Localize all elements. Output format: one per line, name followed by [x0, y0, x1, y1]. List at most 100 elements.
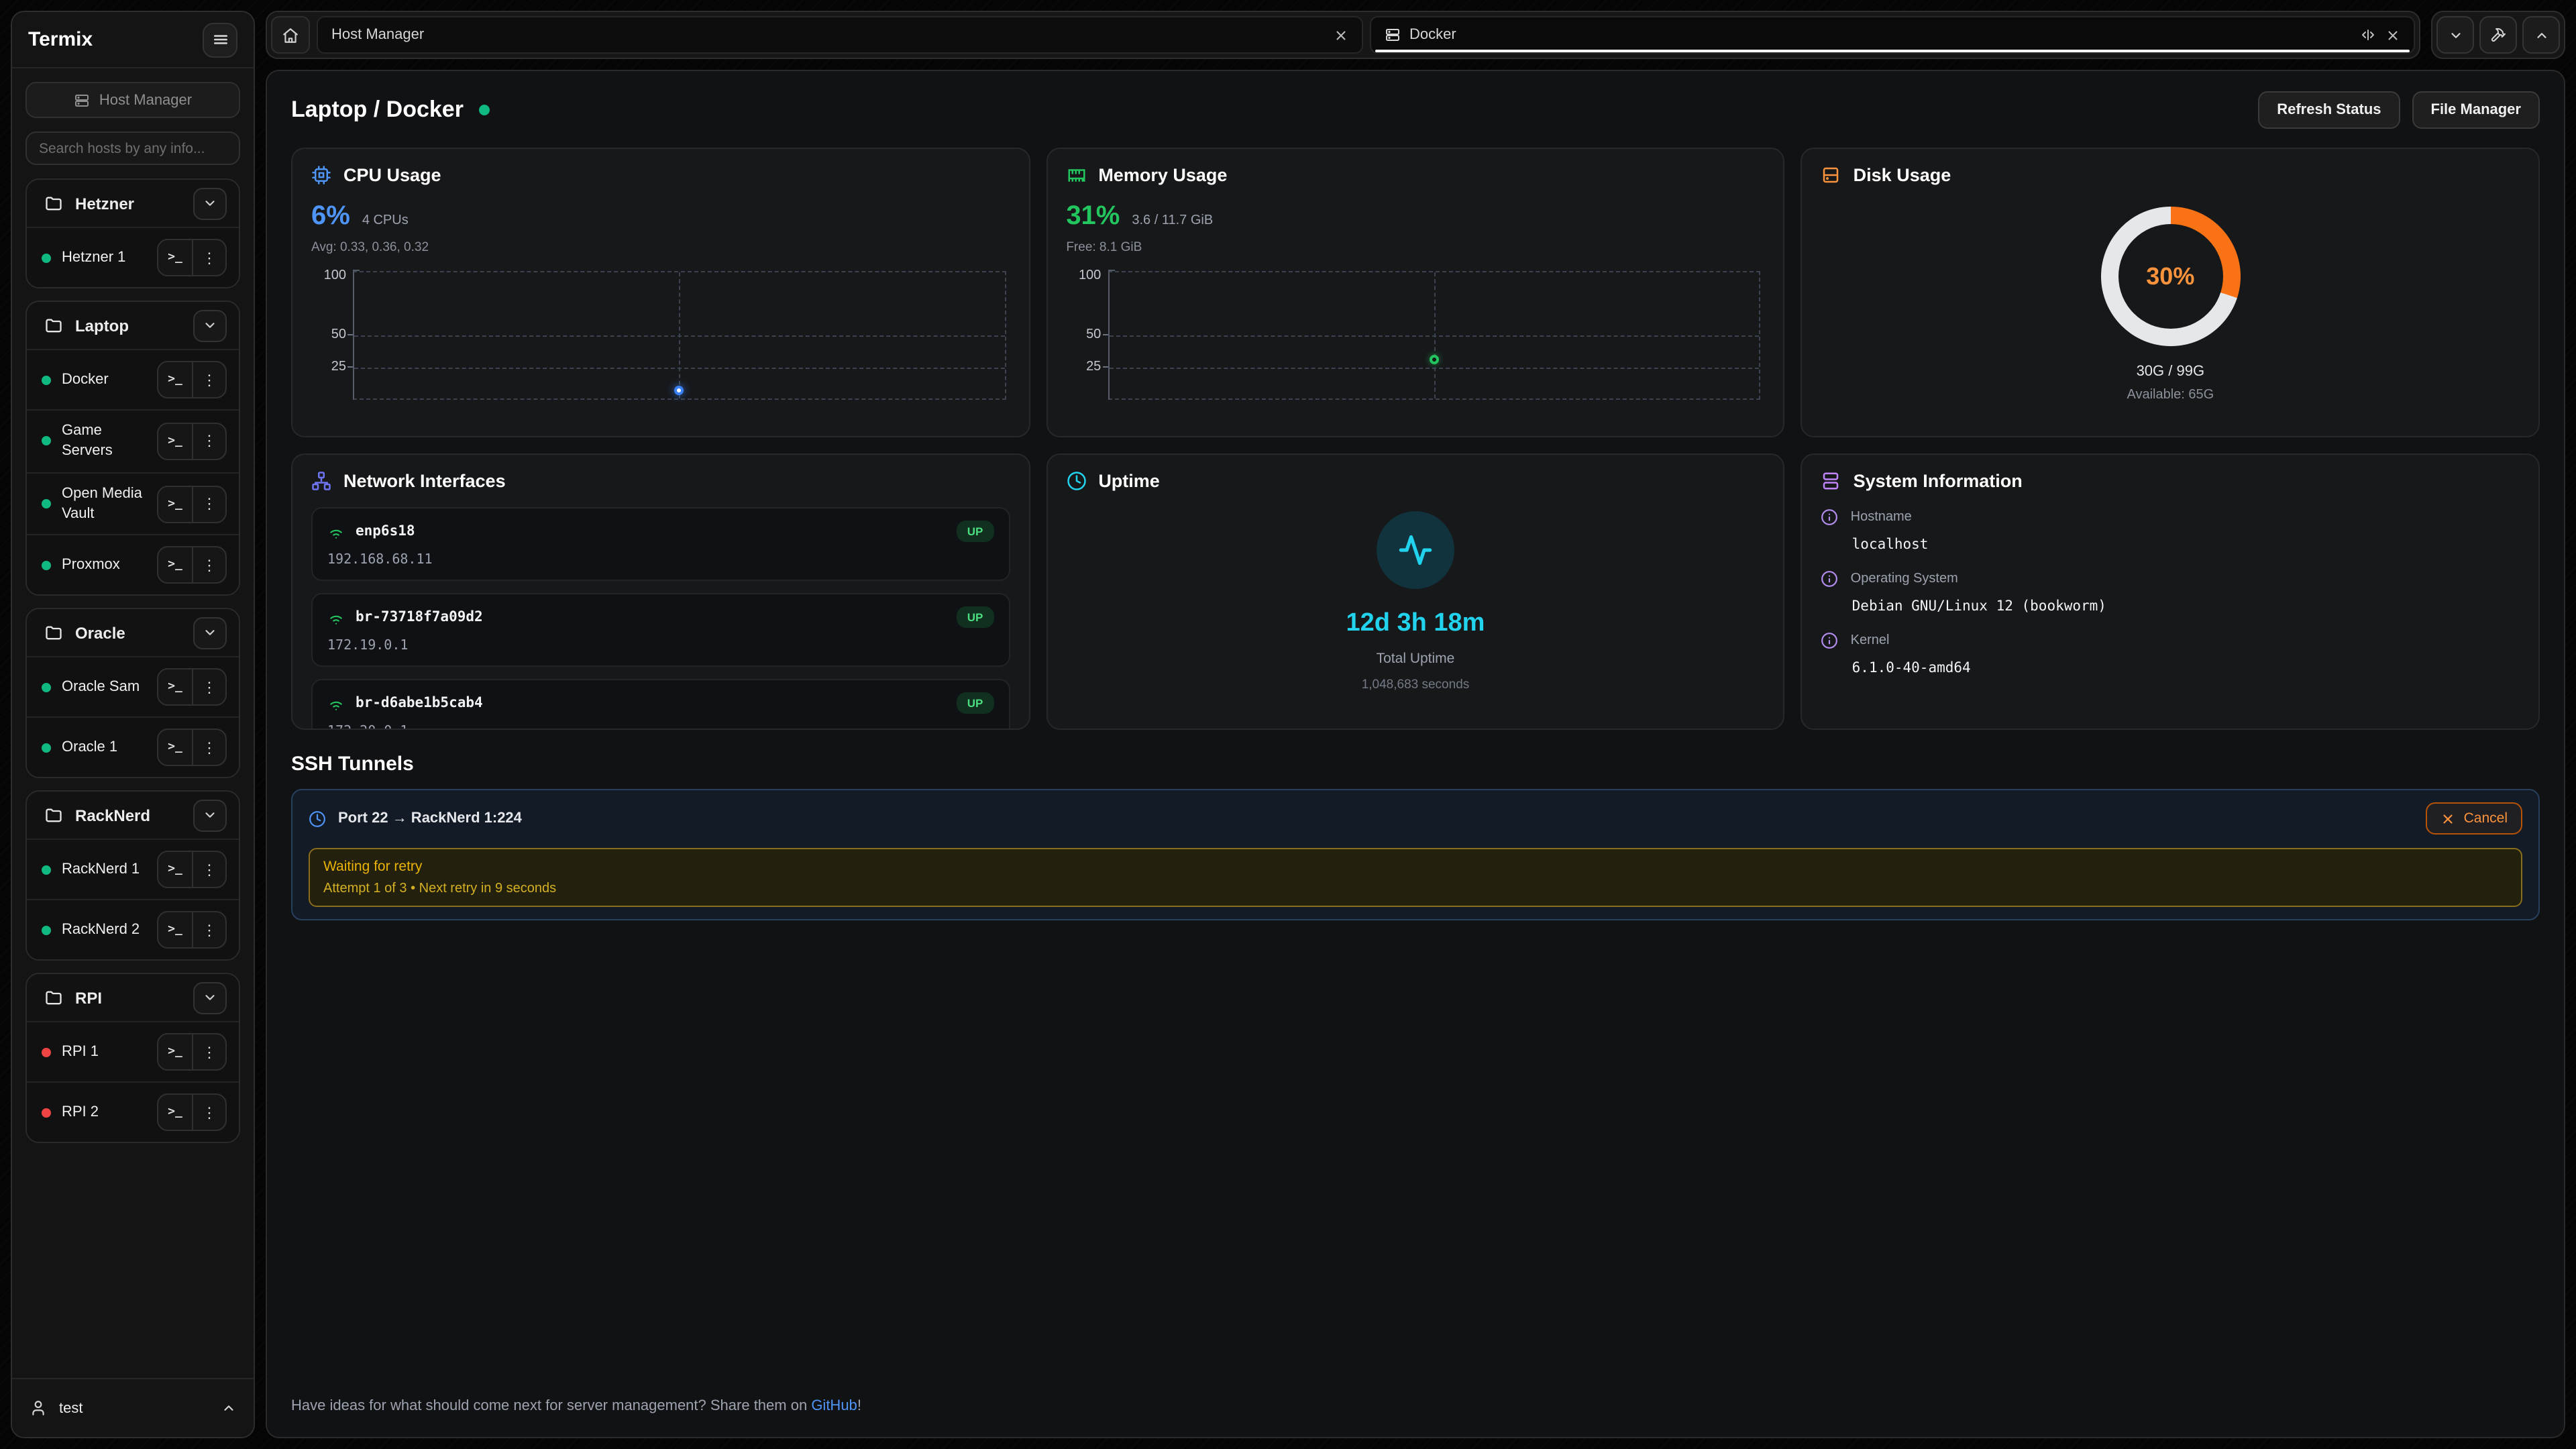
terminal-button[interactable]: >_ [158, 240, 192, 275]
tab-host-manager[interactable]: Host Manager [317, 16, 1362, 54]
collapse-group-button[interactable] [193, 187, 227, 219]
kebab-icon: ⋮ [202, 679, 217, 696]
collapse-group-button[interactable] [193, 982, 227, 1014]
host-menu-button[interactable]: ⋮ [192, 670, 225, 705]
terminal-button[interactable]: >_ [158, 548, 192, 583]
interface-ip: 172.19.0.1 [327, 639, 994, 653]
interface-name: br-d6abe1b5cab4 [356, 695, 946, 711]
host-actions: >_ ⋮ [157, 239, 227, 276]
warning-title: Waiting for retry [323, 859, 2508, 875]
group-name: Oracle [75, 624, 125, 643]
memory-stick-icon [1066, 165, 1086, 185]
kebab-icon: ⋮ [202, 557, 217, 574]
host-item[interactable]: Docker >_ ⋮ [27, 349, 239, 409]
network-interfaces-card: Network Interfaces enp6s18 UP 192.168.68… [291, 453, 1030, 730]
group-header[interactable]: Laptop [27, 302, 239, 349]
admin-tools-button[interactable] [2479, 16, 2517, 54]
cancel-tunnel-button[interactable]: Cancel [2426, 802, 2522, 835]
search-input[interactable] [25, 131, 240, 165]
host-menu-button[interactable]: ⋮ [192, 240, 225, 275]
terminal-button[interactable]: >_ [158, 853, 192, 888]
scroll-tabs-left-button[interactable] [2436, 16, 2474, 54]
host-item[interactable]: RPI 1 >_ ⋮ [27, 1022, 239, 1082]
scroll-tabs-right-button[interactable] [2522, 16, 2560, 54]
terminal-button[interactable]: >_ [158, 424, 192, 459]
terminal-button[interactable]: >_ [158, 913, 192, 948]
host-menu-button[interactable]: ⋮ [192, 486, 225, 521]
host-name: Hetzner 1 [62, 248, 146, 268]
disk-used-total: 30G / 99G [2137, 364, 2205, 380]
host-item[interactable]: Oracle Sam >_ ⋮ [27, 657, 239, 717]
terminal-button[interactable]: >_ [158, 670, 192, 705]
github-link[interactable]: GitHub [811, 1398, 857, 1414]
host-menu-button[interactable]: ⋮ [192, 424, 225, 459]
host-item[interactable]: Proxmox >_ ⋮ [27, 535, 239, 595]
disk-usage-card: Disk Usage 30% 30G / 99G Available: 65G [1801, 148, 2540, 437]
host-name: Open Media Vault [62, 484, 146, 523]
home-button[interactable] [271, 16, 310, 54]
clock-icon [309, 810, 326, 827]
terminal-button[interactable]: >_ [158, 731, 192, 765]
host-item[interactable]: RPI 2 >_ ⋮ [27, 1082, 239, 1142]
split-view-icon[interactable] [2360, 27, 2376, 43]
y-axis-tick: 100 [1066, 268, 1101, 283]
collapse-group-button[interactable] [193, 800, 227, 832]
refresh-status-button[interactable]: Refresh Status [2258, 91, 2400, 129]
host-actions: >_ ⋮ [157, 361, 227, 398]
interface-list: enp6s18 UP 192.168.68.11 br-73718f7a09d2… [311, 507, 1010, 730]
group-header[interactable]: RackNerd [27, 792, 239, 839]
close-icon[interactable] [2385, 28, 2400, 42]
close-icon[interactable] [1333, 28, 1348, 42]
terminal-button[interactable]: >_ [158, 362, 192, 397]
group-header[interactable]: Hetzner [27, 180, 239, 227]
user-menu[interactable]: test [12, 1378, 254, 1437]
terminal-button[interactable]: >_ [158, 486, 192, 521]
host-actions: >_ ⋮ [157, 851, 227, 889]
host-menu-button[interactable]: ⋮ [192, 1035, 225, 1070]
host-manager-button[interactable]: Host Manager [25, 82, 240, 118]
collapse-group-button[interactable] [193, 617, 227, 649]
host-item[interactable]: Hetzner 1 >_ ⋮ [27, 227, 239, 287]
kebab-icon: ⋮ [202, 249, 217, 266]
server-icon [74, 92, 90, 108]
tunnel-retry-warning: Waiting for retry Attempt 1 of 3 • Next … [309, 848, 2522, 907]
chevron-down-icon [203, 318, 217, 333]
host-menu-button[interactable]: ⋮ [192, 548, 225, 583]
tab-docker[interactable]: Docker [1369, 16, 2415, 54]
terminal-button[interactable]: >_ [158, 1095, 192, 1130]
sidebar: Termix Host Manager Hetzner [11, 11, 255, 1438]
host-menu-button[interactable]: ⋮ [192, 913, 225, 948]
host-status-dot [42, 926, 51, 935]
sidebar-menu-button[interactable] [203, 22, 237, 57]
host-manager-label: Host Manager [99, 92, 192, 108]
terminal-icon: >_ [168, 559, 182, 572]
file-manager-button[interactable]: File Manager [2412, 91, 2540, 129]
system-info-value: Debian GNU/Linux 12 (bookworm) [1852, 598, 2520, 614]
host-actions: >_ ⋮ [157, 547, 227, 584]
group-header[interactable]: RPI [27, 975, 239, 1022]
group-header[interactable]: Oracle [27, 610, 239, 657]
cancel-label: Cancel [2464, 810, 2508, 826]
terminal-icon: >_ [168, 373, 182, 386]
host-item[interactable]: RackNerd 1 >_ ⋮ [27, 839, 239, 900]
terminal-button[interactable]: >_ [158, 1035, 192, 1070]
kebab-icon: ⋮ [202, 433, 217, 450]
tab-label: Docker [1409, 27, 2351, 43]
host-item[interactable]: RackNerd 2 >_ ⋮ [27, 900, 239, 960]
host-item[interactable]: Game Servers >_ ⋮ [27, 409, 239, 472]
host-menu-button[interactable]: ⋮ [192, 362, 225, 397]
system-info-label: Operating System [1851, 572, 1958, 586]
interface-item: enp6s18 UP 192.168.68.11 [311, 507, 1010, 581]
host-menu-button[interactable]: ⋮ [192, 853, 225, 888]
host-status-dot [42, 561, 51, 570]
collapse-group-button[interactable] [193, 309, 227, 341]
cpu-percent: 6% [311, 201, 350, 232]
host-item[interactable]: Open Media Vault >_ ⋮ [27, 472, 239, 534]
host-status-dot [42, 499, 51, 508]
host-name: Oracle 1 [62, 738, 146, 758]
host-item[interactable]: Oracle 1 >_ ⋮ [27, 717, 239, 777]
header-actions: Refresh Status File Manager [2258, 91, 2540, 129]
host-menu-button[interactable]: ⋮ [192, 1095, 225, 1130]
host-menu-button[interactable]: ⋮ [192, 731, 225, 765]
system-information-card: System Information Hostname localhost Op… [1801, 453, 2540, 730]
